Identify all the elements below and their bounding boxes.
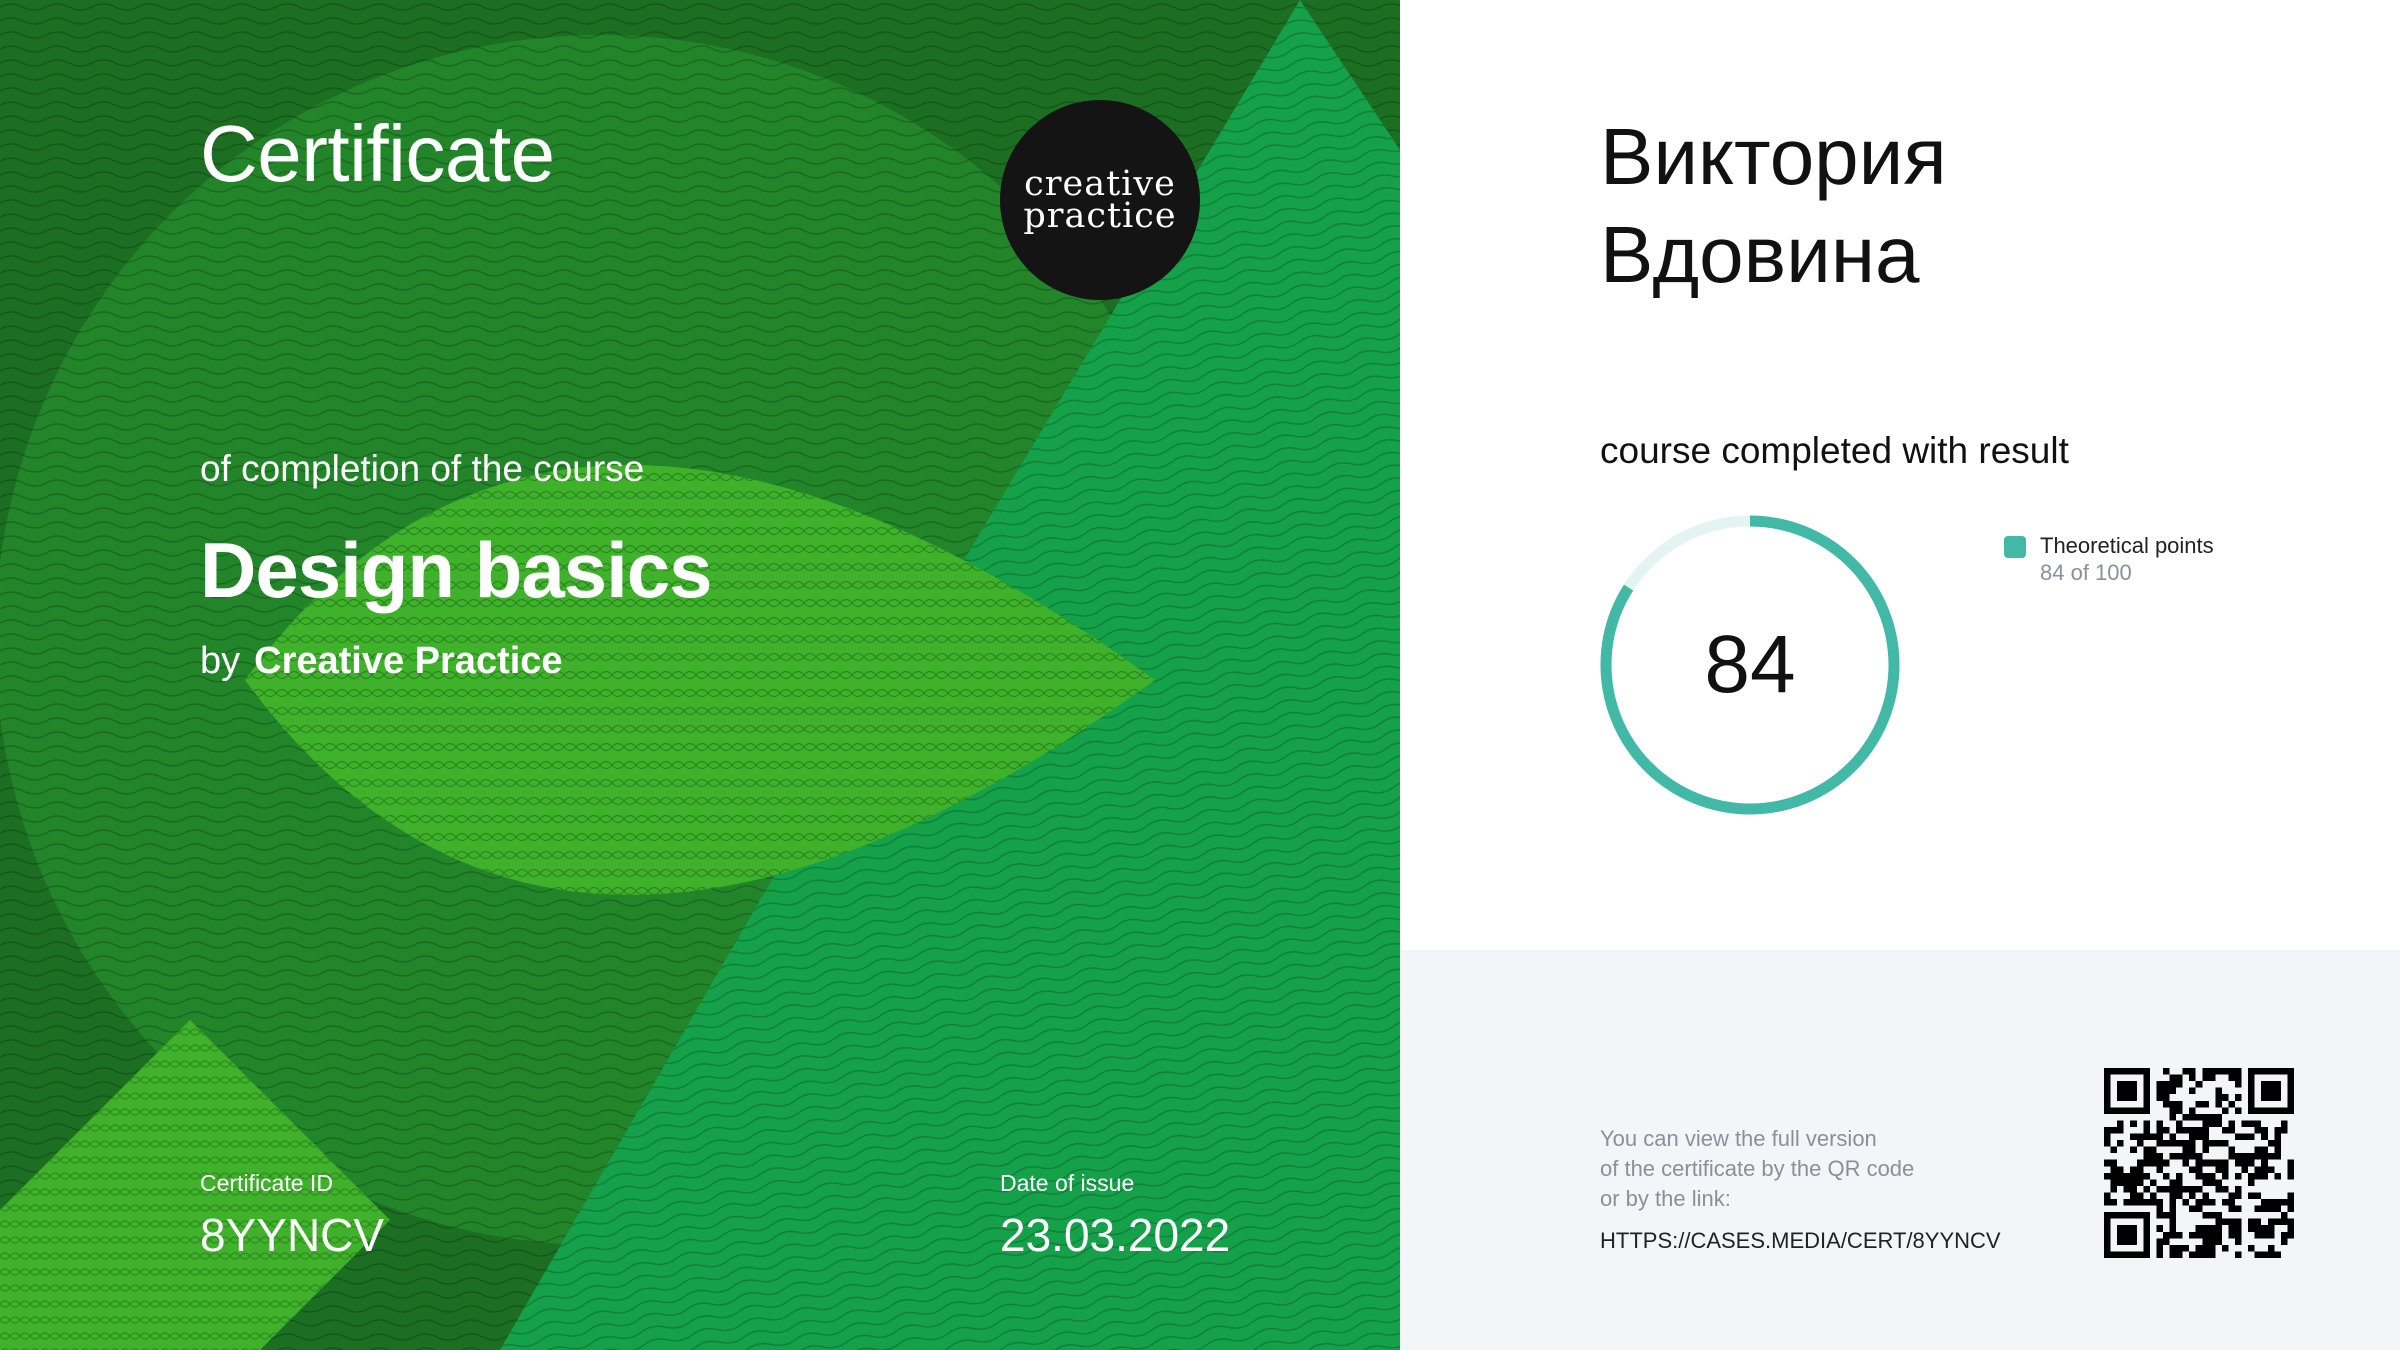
recipient-first-name: Виктория (1600, 112, 1947, 201)
logo-line-2: practice (1023, 196, 1177, 236)
certificate-title: Certificate (200, 109, 555, 198)
creative-practice-logo: creative practice (1000, 100, 1200, 300)
note-line-3: or by the link: (1600, 1186, 1731, 1211)
note-line-2: of the certificate by the QR code (1600, 1156, 1915, 1181)
certificate-id-label: Certificate ID (200, 1170, 333, 1196)
course-name: Design basics (200, 526, 713, 614)
verification-note: You can view the full version of the cer… (1600, 1124, 1914, 1214)
organization-name: Creative Practice (254, 640, 563, 682)
certificate-id-value: 8YYNCV (200, 1209, 385, 1261)
qr-code-icon (2104, 1068, 2294, 1258)
note-line-1: You can view the full version (1600, 1126, 1877, 1151)
certificate-panel: Certificate creative practice of complet… (0, 0, 1400, 1350)
certificate-link[interactable]: HTTPS://CASES.MEDIA/CERT/8YYNCV (1600, 1228, 2001, 1254)
recipient-last-name: Вдовина (1600, 210, 1920, 299)
date-of-issue-value: 23.03.2022 (1000, 1209, 1231, 1261)
legend-detail: 84 of 100 (2040, 560, 2132, 585)
result-label: course completed with result (1600, 430, 2069, 471)
score-value: 84 (1704, 619, 1796, 710)
by-line: by Creative Practice (200, 640, 563, 683)
certificate-subtitle: of completion of the course (200, 448, 645, 489)
date-of-issue-label: Date of issue (1000, 1170, 1135, 1196)
legend-swatch (2004, 536, 2026, 558)
legend-name: Theoretical points (2040, 533, 2214, 558)
by-prefix: by (200, 640, 241, 682)
recipient-name: Виктория Вдовина (1600, 108, 2300, 304)
